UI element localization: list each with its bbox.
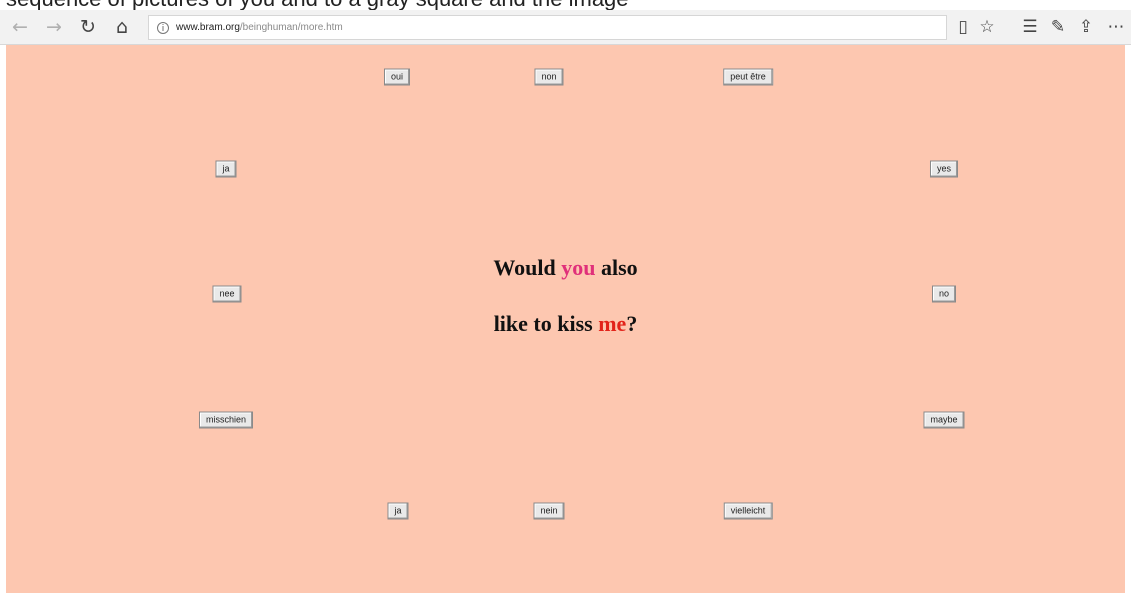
question-line-1-prefix: Would [493,255,562,280]
back-icon[interactable]: ← [8,15,32,39]
reading-view-icon[interactable]: ▯ [951,15,975,39]
question-highlight-me: me [598,311,627,336]
button-peut-etre[interactable]: peut être [723,68,773,86]
question-highlight-you: you [561,255,596,280]
url-path: /beinghuman/more.htm [239,22,343,33]
address-bar[interactable]: i www.bram.org /beinghuman/more.htm [148,15,947,40]
question-line-1: Would you also [6,255,1125,281]
button-oui[interactable]: oui [383,68,411,86]
browser-toolbar: ← → ↻ ⌂ i www.bram.org /beinghuman/more.… [0,10,1131,45]
button-maybe[interactable]: maybe [923,411,965,429]
share-icon[interactable]: ⇪ [1074,15,1098,39]
question-line-2-suffix: ? [626,311,638,336]
button-misschien[interactable]: misschien [198,411,254,429]
question-line-2-prefix: like to kiss [493,311,599,336]
button-nein[interactable]: nein [533,502,565,520]
web-note-pen-icon[interactable]: ✎ [1046,15,1070,39]
button-no[interactable]: no [931,285,957,303]
refresh-icon[interactable]: ↻ [76,15,100,39]
info-icon[interactable]: i [157,21,169,34]
forward-icon[interactable]: → [42,15,66,39]
question-line-2: like to kiss me? [6,311,1125,337]
button-ja-left[interactable]: ja [215,160,237,178]
button-yes[interactable]: yes [929,160,959,178]
page-content: oui non peut être ja yes nee no misschie… [6,45,1125,593]
button-nee[interactable]: nee [212,285,242,303]
favorites-hub-icon[interactable]: ☰ [1018,15,1042,39]
more-icon[interactable]: ⋯ [1104,15,1128,39]
button-non[interactable]: non [534,68,564,86]
home-icon[interactable]: ⌂ [110,15,134,39]
favorite-star-icon[interactable]: ☆ [975,15,999,39]
url-domain: www.bram.org [176,22,240,33]
button-ja-bottom[interactable]: ja [387,502,409,520]
question-line-1-suffix: also [595,255,638,280]
button-vielleicht[interactable]: vielleicht [723,502,773,520]
